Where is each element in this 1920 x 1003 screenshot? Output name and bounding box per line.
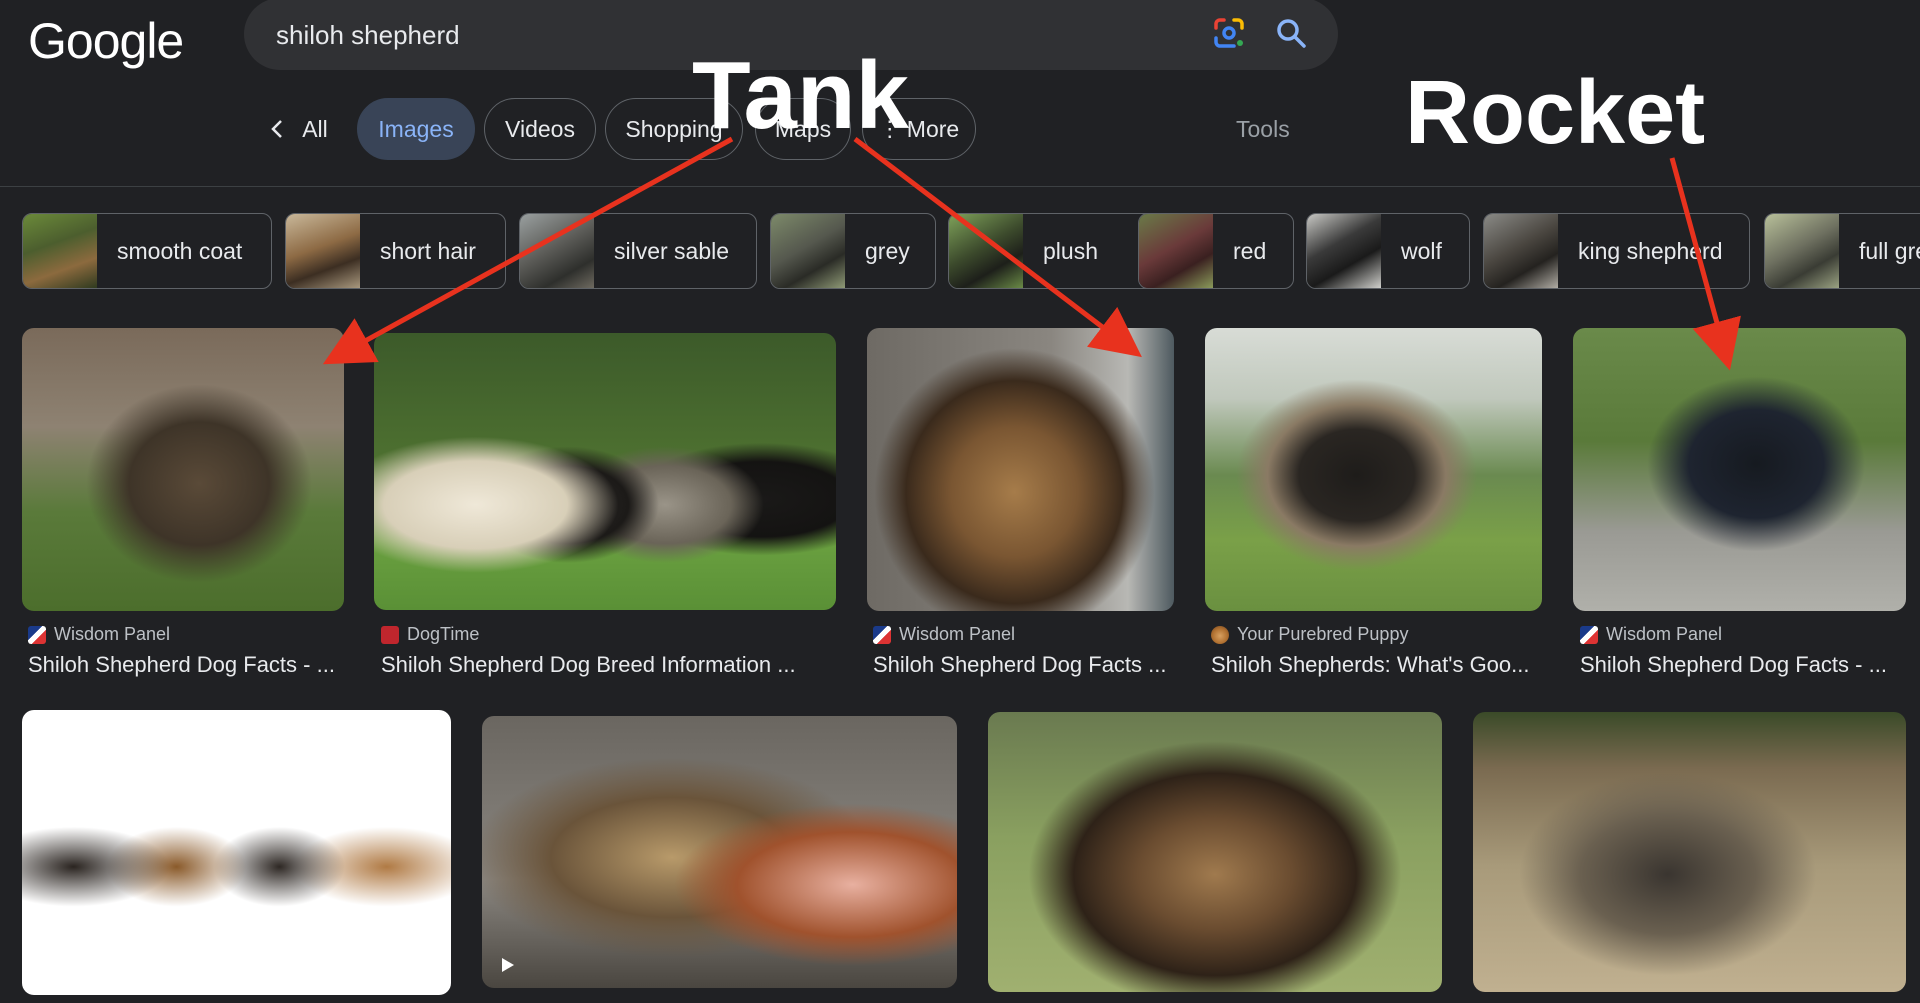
- arrow-to-tank-2: [853, 137, 1142, 358]
- annotation-rocket: Rocket: [1405, 63, 1706, 163]
- arrow-to-rocket: [1669, 157, 1741, 371]
- arrow-to-tank-1: [322, 136, 734, 365]
- annotation-tank: Tank: [692, 42, 909, 149]
